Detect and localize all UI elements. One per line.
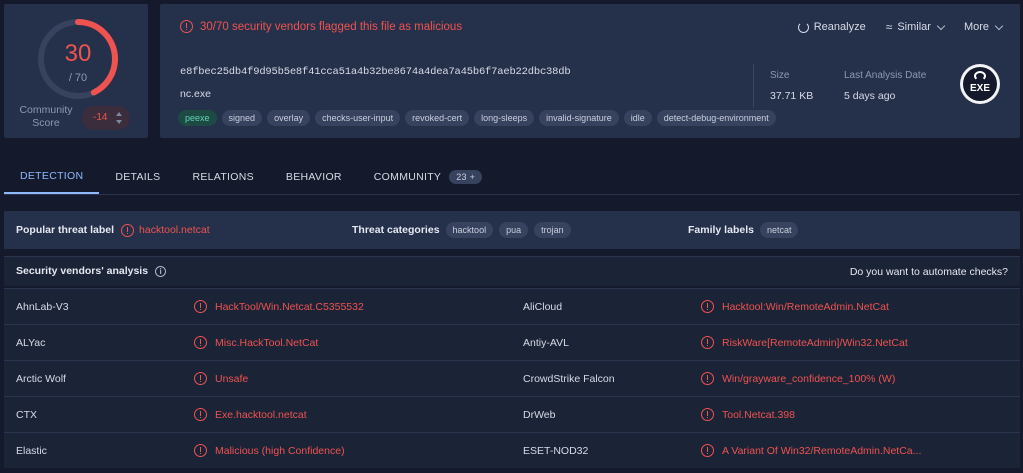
tabs-underline <box>4 194 1020 195</box>
alert-icon <box>194 300 207 313</box>
chevron-down-icon <box>994 21 1004 30</box>
file-tag[interactable]: invalid-signature <box>539 110 619 126</box>
alert-icon <box>194 444 207 457</box>
file-tag[interactable]: overlay <box>267 110 311 126</box>
tab-details[interactable]: DETAILS <box>99 160 176 194</box>
popular-threat-link[interactable]: hacktool.netcat <box>121 223 210 237</box>
automate-checks-link[interactable]: Do you want to automate checks? <box>850 266 1008 278</box>
vendor-name: Elastic <box>16 445 47 457</box>
file-tags: peexe signed overlay checks-user-input revok… <box>178 110 776 126</box>
vendors-title: Security vendors' analysis i <box>16 265 167 277</box>
similar-dropdown[interactable]: ≈ Similar <box>885 20 946 34</box>
vendor-row: Arctic Wolf Unsafe CrowdStrike Falcon Win/g… <box>4 360 1020 396</box>
alert-icon <box>701 444 714 457</box>
vendor-row: CTX Exe.hacktool.netcat DrWeb Tool.Netcat.3… <box>4 396 1020 432</box>
upvote-icon[interactable] <box>116 112 122 116</box>
file-tag[interactable]: detect-debug-environment <box>656 110 776 126</box>
alert-icon <box>180 20 193 33</box>
vendor-name: CrowdStrike Falcon <box>523 373 615 385</box>
vendor-name: AhnLab-V3 <box>16 301 69 313</box>
community-count-badge: 23 + <box>449 170 483 184</box>
threat-categories: Threat categories hacktool pua trojan <box>352 222 571 238</box>
vendor-result: Exe.hacktool.netcat <box>194 408 307 421</box>
alert-icon <box>701 372 714 385</box>
flag-message: 30/70 security vendors flagged this file… <box>200 20 463 33</box>
refresh-icon <box>797 21 809 33</box>
file-hash[interactable]: e8fbec25db4f9d95b5e8f41cca51a4b32be8674a… <box>180 66 571 78</box>
file-tag[interactable]: checks-user-input <box>315 110 401 126</box>
vendor-row: ALYac Misc.HackTool.NetCat Antiy-AVL RiskWa… <box>4 324 1020 360</box>
detection-score-card: 30 / 70 Community Score -14 <box>4 4 148 138</box>
vendor-result: Win/grayware_confidence_100% (W) <box>701 372 895 385</box>
community-score-voter[interactable]: -14 <box>82 106 130 130</box>
vendor-name: ESET-NOD32 <box>523 445 589 457</box>
divider <box>753 64 754 108</box>
vendor-name: CTX <box>16 409 37 421</box>
vendor-result: Unsafe <box>194 372 248 385</box>
vendor-result: RiskWare[RemoteAdmin]/Win32.NetCat <box>701 336 908 349</box>
threat-category-chip[interactable]: hacktool <box>445 222 494 238</box>
more-dropdown[interactable]: More <box>964 20 1004 34</box>
family-labels: Family labels netcat <box>688 222 799 238</box>
file-tag[interactable]: revoked-cert <box>405 110 470 126</box>
alert-icon <box>194 372 207 385</box>
vendor-name: ALYac <box>16 337 46 349</box>
file-tag[interactable]: signed <box>221 110 263 126</box>
vendor-row: AhnLab-V3 HackTool/Win.Netcat.C5355532 Ali… <box>4 288 1020 324</box>
detection-count: 30 <box>64 40 92 67</box>
vendor-result: A Variant Of Win32/RemoteAdmin.NetCa... <box>701 444 921 457</box>
alert-icon <box>194 336 207 349</box>
vendors-table: AhnLab-V3 HackTool/Win.Netcat.C5355532 Ali… <box>4 288 1020 468</box>
vendor-result: Misc.HackTool.NetCat <box>194 336 318 349</box>
popular-threat-label: Popular threat label hacktool.netcat <box>16 223 210 237</box>
vendor-result: Hacktool:Win/RemoteAdmin.NetCat <box>701 300 889 313</box>
community-score-label: Community Score <box>19 104 73 129</box>
detection-gauge: 30 / 70 <box>35 16 121 102</box>
chevron-down-icon <box>936 21 946 30</box>
tab-behavior[interactable]: BEHAVIOR <box>270 160 358 194</box>
downvote-icon[interactable] <box>116 120 122 124</box>
tab-detection[interactable]: DETECTION <box>4 160 100 194</box>
file-type-icon: EXE <box>960 64 1000 104</box>
threat-summary-bar: Popular threat label hacktool.netcat Thr… <box>4 211 1020 249</box>
malicious-flag-banner: 30/70 security vendors flagged this file… <box>180 20 462 33</box>
tab-community[interactable]: COMMUNITY 23 + <box>358 160 498 194</box>
file-info-card: 30/70 security vendors flagged this file… <box>160 4 1020 138</box>
engine-total: / 70 <box>68 72 88 84</box>
alert-icon <box>701 300 714 313</box>
vendor-name: Arctic Wolf <box>16 373 66 385</box>
alert-icon <box>701 336 714 349</box>
file-actions: Reanalyze ≈ Similar More <box>797 20 1004 34</box>
vendor-name: Antiy-AVL <box>523 337 569 349</box>
community-score-value: -14 <box>93 112 108 123</box>
threat-category-chip[interactable]: pua <box>499 222 529 238</box>
family-label-chip[interactable]: netcat <box>759 222 799 238</box>
vendor-name: AliCloud <box>523 301 563 313</box>
file-tag[interactable]: long-sleeps <box>474 110 535 126</box>
tab-relations[interactable]: RELATIONS <box>176 160 269 194</box>
vendors-analysis-header: Security vendors' analysis i Do you want… <box>4 256 1020 286</box>
vendor-result: HackTool/Win.Netcat.C5355532 <box>194 300 364 313</box>
alert-icon <box>194 408 207 421</box>
report-tabs: DETECTION DETAILS RELATIONS BEHAVIOR COMMUNI… <box>4 160 498 196</box>
similar-icon: ≈ <box>885 20 893 34</box>
threat-category-chip[interactable]: trojan <box>534 222 571 238</box>
vendor-row: Elastic Malicious (high Confidence) ESET-N… <box>4 432 1020 468</box>
reanalyze-button[interactable]: Reanalyze <box>797 20 866 34</box>
file-tag[interactable]: peexe <box>178 110 217 126</box>
info-icon[interactable]: i <box>155 265 167 277</box>
last-analysis-date: Last Analysis Date 5 days ago <box>844 70 927 102</box>
alert-icon <box>121 223 135 237</box>
file-tag[interactable]: idle <box>623 110 652 126</box>
vendor-name: DrWeb <box>523 409 556 421</box>
vendor-result: Tool.Netcat.398 <box>701 408 795 421</box>
alert-icon <box>701 408 714 421</box>
file-size: Size 37.71 KB <box>770 70 814 102</box>
file-name: nc.exe <box>180 88 211 100</box>
vendor-result: Malicious (high Confidence) <box>194 444 345 457</box>
